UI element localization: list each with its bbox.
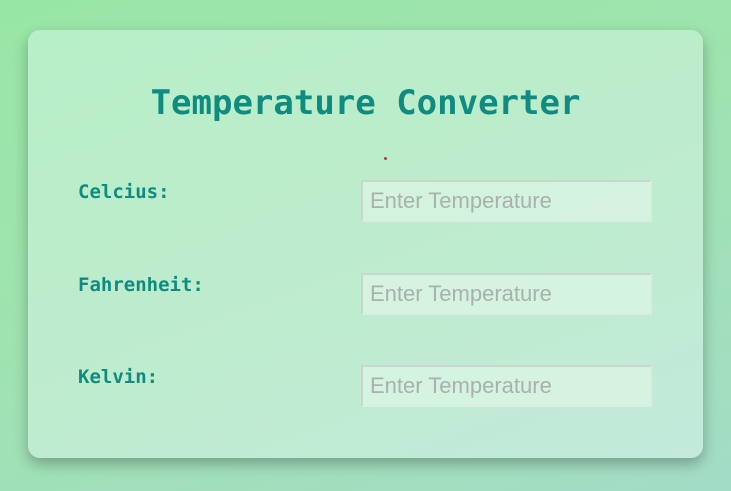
- fahrenheit-input[interactable]: [361, 273, 652, 315]
- kelvin-input[interactable]: [361, 365, 652, 407]
- red-dot-marker: [384, 157, 387, 160]
- fahrenheit-label: Fahrenheit:: [78, 274, 204, 296]
- converter-card: Temperature Converter Celcius: Fahrenhei…: [28, 30, 703, 458]
- celcius-label: Celcius:: [78, 181, 170, 203]
- celcius-input[interactable]: [361, 180, 652, 222]
- page-title: Temperature Converter: [150, 83, 581, 123]
- kelvin-label: Kelvin:: [78, 366, 159, 388]
